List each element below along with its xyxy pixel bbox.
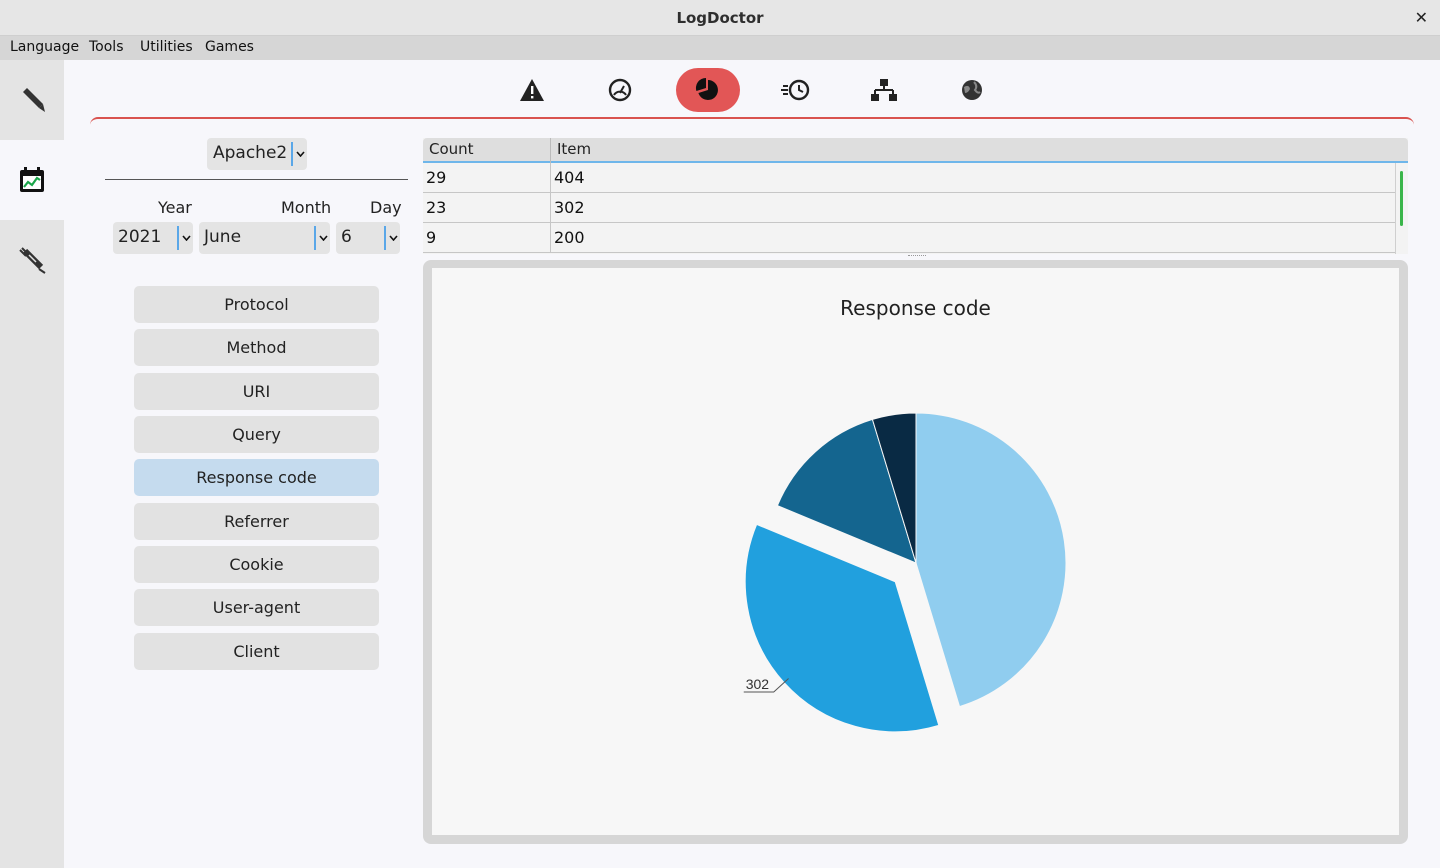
pie-chart: 302: [743, 412, 1067, 733]
field-button-client[interactable]: Client: [134, 633, 379, 670]
table-row[interactable]: 23 302: [423, 193, 1395, 223]
menu-tools[interactable]: Tools: [89, 39, 124, 55]
year-select[interactable]: 2021: [113, 222, 193, 254]
sidebar: [0, 60, 64, 868]
warning-icon: [520, 79, 544, 101]
day-select[interactable]: 6: [336, 222, 400, 254]
tab-count[interactable]: [676, 68, 740, 112]
field-button-cookie[interactable]: Cookie: [134, 546, 379, 583]
cell-count: 9: [426, 228, 437, 247]
webserver-value: Apache2: [213, 143, 288, 163]
tab-globals[interactable]: [940, 68, 1004, 112]
column-separator: [550, 223, 551, 253]
column-separator: [550, 193, 551, 223]
column-separator: [550, 138, 551, 163]
chart-panel: Response code 302: [423, 260, 1408, 844]
close-icon[interactable]: ✕: [1415, 8, 1428, 27]
column-header-item[interactable]: Item: [557, 140, 591, 158]
pie-slice-404[interactable]: [915, 412, 1067, 708]
field-button-response-code[interactable]: Response code: [134, 459, 379, 496]
menu-language[interactable]: Language: [10, 39, 79, 55]
year-label: Year: [158, 198, 192, 217]
table-row[interactable]: 29 404: [423, 163, 1395, 193]
chevron-down-icon: [291, 142, 307, 166]
menu-utilities[interactable]: Utilities: [140, 39, 193, 55]
scrollbar-track: [1395, 163, 1396, 254]
column-separator: [550, 163, 551, 193]
chevron-down-icon: [177, 226, 193, 250]
month-value: June: [204, 227, 242, 247]
year-value: 2021: [118, 227, 162, 247]
field-button-query[interactable]: Query: [134, 416, 379, 453]
cell-count: 23: [426, 198, 447, 217]
table-row[interactable]: 9 200: [423, 223, 1395, 253]
tab-underline: [90, 117, 1414, 125]
day-label: Day: [370, 198, 402, 217]
pencil-icon: [23, 88, 45, 112]
cell-item: 302: [554, 198, 585, 217]
field-button-uri[interactable]: URI: [134, 373, 379, 410]
speed-gauge-icon: [608, 78, 632, 102]
chevron-down-icon: [384, 226, 400, 250]
title-bar: LogDoctor ✕: [0, 0, 1440, 36]
cell-count: 29: [426, 168, 447, 187]
sidebar-item-statistics[interactable]: [0, 140, 64, 220]
results-table: Count Item 29 404 23 302 9 200: [423, 138, 1408, 254]
splitter-handle[interactable]: [908, 255, 926, 257]
tab-relational[interactable]: [852, 68, 916, 112]
window-title: LogDoctor: [676, 9, 764, 27]
syringe-icon: [19, 247, 46, 274]
month-label: Month: [281, 198, 332, 217]
scrollbar-thumb[interactable]: [1400, 171, 1403, 226]
cell-item: 404: [554, 168, 585, 187]
menu-games[interactable]: Games: [205, 39, 254, 55]
globe-icon: [962, 80, 982, 100]
tab-daytime[interactable]: [764, 68, 828, 112]
slice-label: 302: [746, 676, 770, 692]
field-button-method[interactable]: Method: [134, 329, 379, 366]
table-header: Count Item: [423, 138, 1408, 163]
webserver-select[interactable]: Apache2: [207, 138, 307, 170]
tab-speed[interactable]: [588, 68, 652, 112]
chart-area: Response code 302: [432, 268, 1399, 835]
pie-chart-icon: [695, 77, 718, 100]
calendar-chart-icon: [20, 167, 44, 192]
field-button-user-agent[interactable]: User-agent: [134, 589, 379, 626]
hierarchy-icon: [871, 79, 897, 101]
field-button-referrer[interactable]: Referrer: [134, 503, 379, 540]
column-header-count[interactable]: Count: [429, 140, 474, 158]
field-button-protocol[interactable]: Protocol: [134, 286, 379, 323]
menu-bar: Language Tools Utilities Games: [0, 36, 1440, 60]
sidebar-item-log-files[interactable]: [0, 60, 64, 140]
chevron-down-icon: [314, 226, 330, 250]
sidebar-item-tools[interactable]: [0, 220, 64, 300]
tab-warnings[interactable]: [500, 68, 564, 112]
divider: [105, 179, 408, 180]
day-value: 6: [341, 227, 352, 247]
cell-item: 200: [554, 228, 585, 247]
fast-clock-icon: [781, 79, 810, 101]
month-select[interactable]: June: [199, 222, 330, 254]
